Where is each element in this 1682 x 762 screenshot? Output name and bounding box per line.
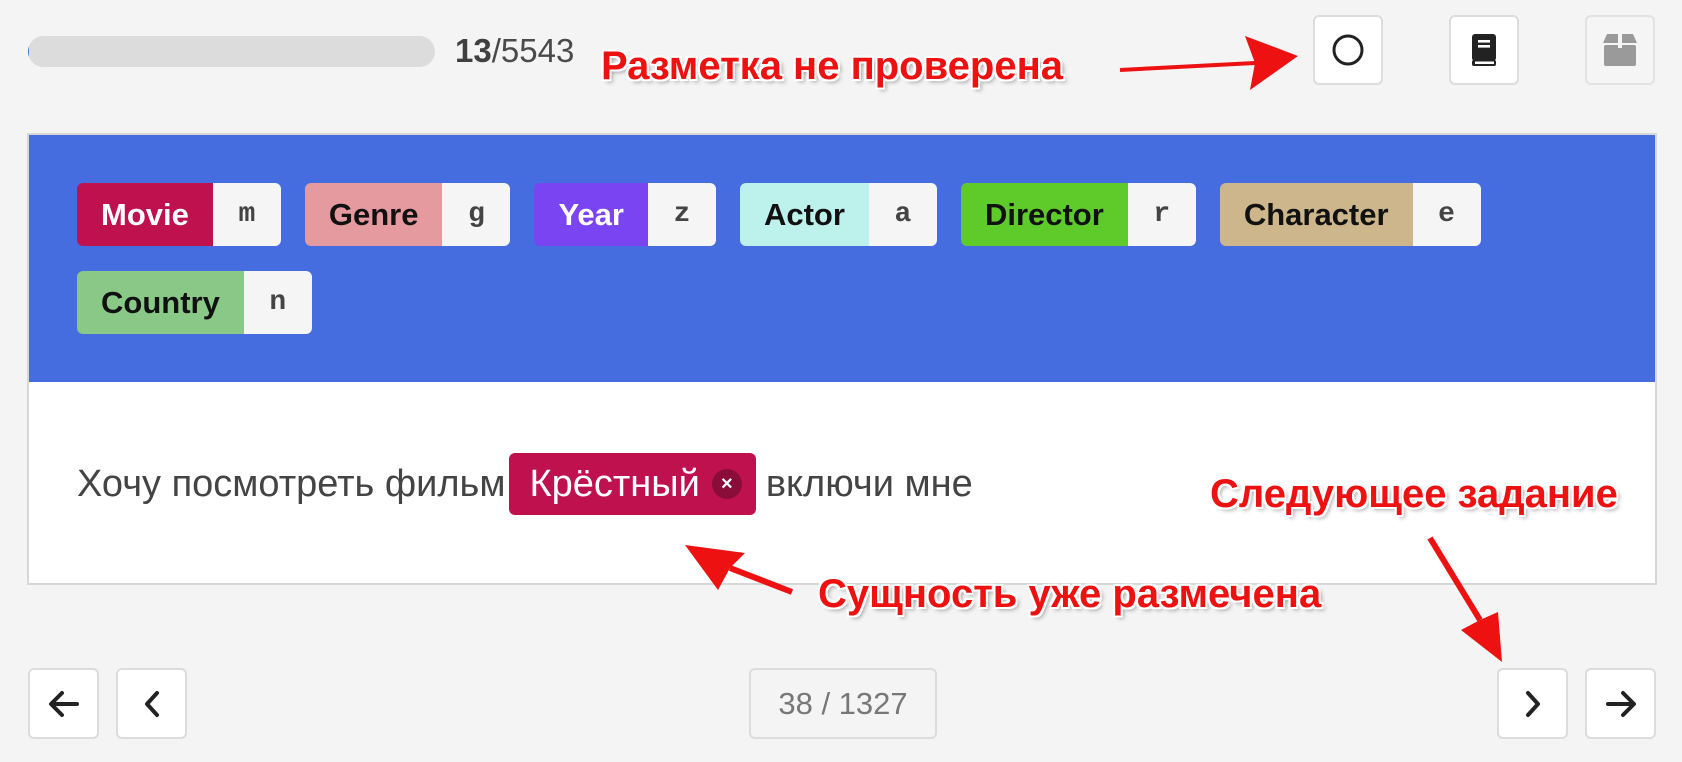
label-shortcut-key: n bbox=[243, 271, 312, 334]
label-name: Character bbox=[1219, 183, 1413, 246]
progress-count: 13/5543 bbox=[455, 31, 574, 71]
chevron-left-icon bbox=[144, 690, 159, 717]
last-page-button[interactable] bbox=[1585, 668, 1656, 739]
review-status-button[interactable] bbox=[1313, 15, 1383, 85]
annotation-already-labeled: Сущность уже размечена bbox=[818, 572, 1322, 616]
entity-remove-icon[interactable]: × bbox=[711, 469, 742, 499]
label-name: Genre bbox=[304, 183, 443, 246]
label-chip-actor[interactable]: Actor a bbox=[739, 183, 937, 246]
progress-done: 13 bbox=[455, 32, 492, 69]
label-shortcut-key: m bbox=[212, 183, 281, 246]
label-chip-year[interactable]: Year z bbox=[534, 183, 716, 246]
label-chip-country[interactable]: Country n bbox=[77, 271, 312, 334]
label-name: Country bbox=[77, 271, 244, 334]
label-shortcut-key: z bbox=[647, 183, 716, 246]
progress-total: /5543 bbox=[491, 32, 575, 69]
label-name: Director bbox=[960, 183, 1128, 246]
first-page-button[interactable] bbox=[28, 668, 99, 739]
page-indicator: 38 / 1327 bbox=[749, 668, 937, 739]
text-before: Хочу посмотреть фильм bbox=[77, 462, 506, 505]
label-chip-director[interactable]: Director r bbox=[960, 183, 1196, 246]
next-page-button[interactable] bbox=[1497, 668, 1568, 739]
annotation-not-checked: Разметка не проверена bbox=[601, 44, 1063, 88]
arrow-to-status bbox=[1119, 36, 1298, 90]
progress-bar bbox=[28, 36, 435, 67]
label-chip-character[interactable]: Character e bbox=[1219, 183, 1481, 246]
text-after: включи мне bbox=[765, 462, 973, 505]
annotation-next-task: Следующее задание bbox=[1210, 472, 1618, 516]
progress-fill bbox=[28, 36, 29, 67]
label-bar: Movie m Genre g Year z Actor a Director r Characte… bbox=[29, 135, 1655, 382]
guide-button[interactable] bbox=[1449, 15, 1519, 85]
label-name: Year bbox=[534, 183, 648, 246]
annotation-panel: Movie m Genre g Year z Actor a Director r Characte… bbox=[27, 133, 1657, 585]
label-shortcut-key: e bbox=[1412, 183, 1481, 246]
archive-box-icon bbox=[1603, 34, 1637, 66]
book-icon bbox=[1472, 34, 1496, 66]
entity-text: Крёстный bbox=[529, 462, 700, 505]
label-name: Movie bbox=[77, 183, 213, 246]
circle-outline-icon bbox=[1332, 34, 1364, 66]
archive-button[interactable] bbox=[1585, 15, 1655, 85]
label-name: Actor bbox=[739, 183, 869, 246]
arrow-left-icon bbox=[48, 690, 79, 717]
label-chip-movie[interactable]: Movie m bbox=[77, 183, 281, 246]
label-shortcut-key: g bbox=[442, 183, 511, 246]
label-shortcut-key: r bbox=[1127, 183, 1196, 246]
chevron-right-icon bbox=[1525, 690, 1540, 717]
prev-page-button[interactable] bbox=[116, 668, 187, 739]
arrow-right-icon bbox=[1605, 690, 1636, 717]
label-shortcut-key: a bbox=[868, 183, 937, 246]
label-chip-genre[interactable]: Genre g bbox=[304, 183, 511, 246]
entity-span-movie[interactable]: Крёстный × bbox=[509, 453, 756, 515]
